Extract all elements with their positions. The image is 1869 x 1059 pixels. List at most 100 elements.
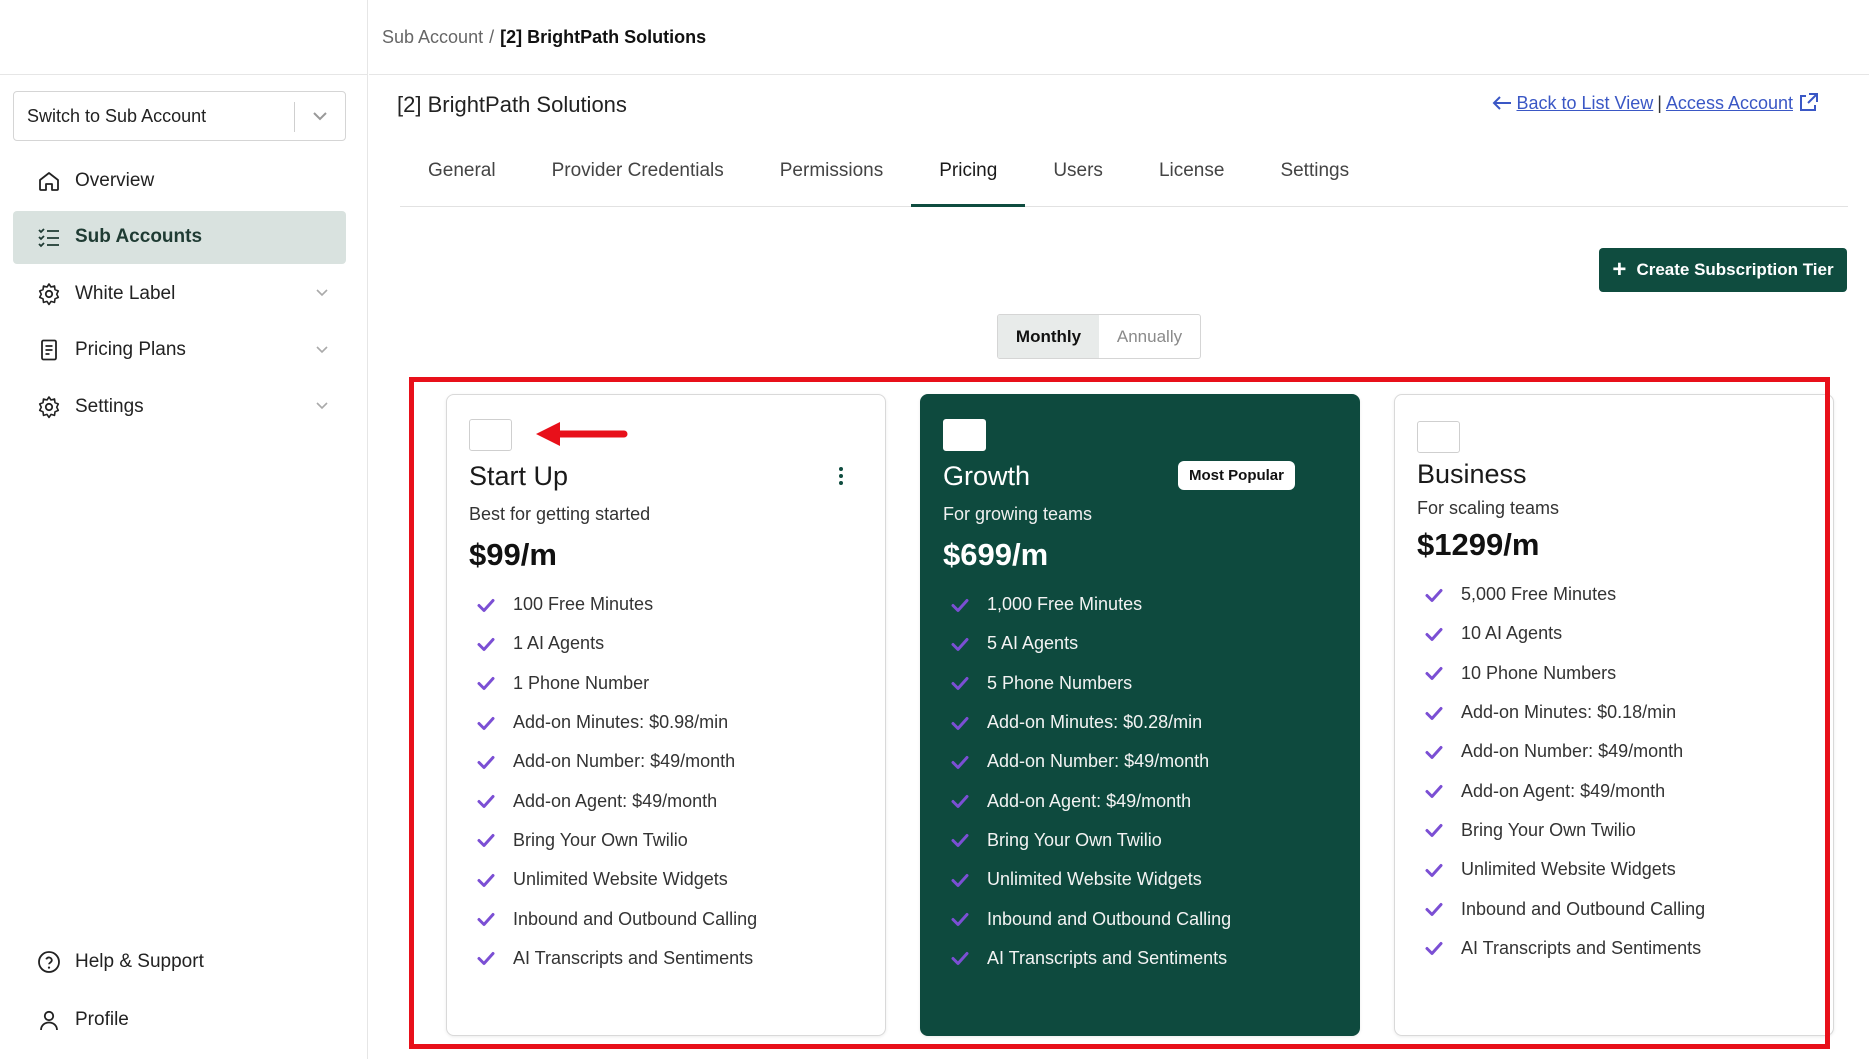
sidebar-item-settings[interactable]: Settings: [13, 380, 346, 433]
sidebar-item-overview[interactable]: Overview: [13, 154, 346, 207]
plan-feature-item: AI Transcripts and Sentiments: [1417, 929, 1811, 968]
plan-feature-label: Unlimited Website Widgets: [987, 869, 1202, 890]
gear-badge-icon: [37, 282, 61, 306]
check-icon: [949, 908, 971, 930]
more-options-icon[interactable]: [837, 465, 845, 487]
sidebar-item-pricing-plans[interactable]: Pricing Plans: [13, 324, 346, 377]
plan-feature-label: 5 Phone Numbers: [987, 672, 1133, 693]
create-subscription-tier-button[interactable]: + Create Subscription Tier: [1599, 248, 1847, 292]
check-icon: [949, 869, 971, 891]
plan-feature-item: Unlimited Website Widgets: [469, 860, 863, 899]
plan-feature-item: 10 AI Agents: [1417, 614, 1811, 653]
breadcrumb: Sub Account / [2] BrightPath Solutions: [369, 0, 1869, 75]
plan-feature-item: Add-on Agent: $49/month: [1417, 771, 1811, 810]
check-icon: [949, 947, 971, 969]
tab-bar: General Provider Credentials Permissions…: [400, 148, 1848, 207]
check-icon: [1423, 780, 1445, 802]
tab-settings[interactable]: Settings: [1252, 148, 1377, 206]
check-icon: [1423, 819, 1445, 841]
chevron-down-icon[interactable]: [314, 341, 330, 357]
tab-provider-credentials[interactable]: Provider Credentials: [524, 148, 752, 206]
tab-license[interactable]: License: [1131, 148, 1253, 206]
sidebar-item-label: Sub Accounts: [75, 226, 203, 247]
external-link-icon[interactable]: [1797, 92, 1819, 114]
plan-feature-label: Inbound and Outbound Calling: [513, 908, 758, 929]
check-icon: [475, 751, 497, 773]
plan-feature-item: 5 AI Agents: [943, 624, 1337, 663]
plan-feature-label: Add-on Minutes: $0.98/min: [513, 712, 729, 733]
check-icon: [949, 633, 971, 655]
sidebar-item-profile[interactable]: Profile: [13, 993, 346, 1048]
plan-feature-label: Add-on Agent: $49/month: [513, 790, 718, 811]
plan-feature-label: 100 Free Minutes: [513, 594, 654, 615]
plan-feature-label: AI Transcripts and Sentiments: [513, 947, 754, 968]
check-icon: [1423, 741, 1445, 763]
plan-feature-item: Add-on Minutes: $0.18/min: [1417, 693, 1811, 732]
plan-card-start-up[interactable]: Start Up Best for getting started $99/m …: [446, 394, 886, 1036]
check-icon: [475, 947, 497, 969]
sidebar-item-label: Profile: [75, 1009, 129, 1030]
plan-image-placeholder[interactable]: [1417, 421, 1460, 453]
plan-card-growth[interactable]: Most Popular Growth For growing teams $6…: [920, 394, 1360, 1036]
breadcrumb-parent[interactable]: Sub Account: [382, 27, 483, 48]
plan-feature-item: 1 AI Agents: [469, 624, 863, 663]
tab-general[interactable]: General: [400, 148, 524, 206]
tab-users[interactable]: Users: [1025, 148, 1131, 206]
gear-icon: [37, 395, 61, 419]
sidebar-bottom-nav: Help & Support Profile: [13, 934, 346, 1051]
tab-permissions[interactable]: Permissions: [752, 148, 911, 206]
sidebar-item-sub-accounts[interactable]: Sub Accounts: [13, 210, 346, 264]
plan-feature-item: 1,000 Free Minutes: [943, 585, 1337, 624]
plan-card-business[interactable]: Business For scaling teams $1299/m 5,000…: [1394, 394, 1834, 1036]
billing-option-monthly[interactable]: Monthly: [998, 315, 1099, 358]
plan-tagline: For scaling teams: [1417, 498, 1560, 518]
plan-price: $699/m: [943, 537, 1049, 572]
chevron-down-icon[interactable]: [314, 397, 330, 413]
user-icon: [37, 1008, 61, 1032]
select-separator: [294, 102, 295, 132]
plan-feature-label: 10 Phone Numbers: [1461, 662, 1617, 683]
chevron-down-icon[interactable]: [310, 106, 330, 126]
check-icon: [949, 751, 971, 773]
sidebar-item-label: Overview: [75, 169, 155, 191]
plan-feature-item: Add-on Number: $49/month: [1417, 732, 1811, 771]
check-icon: [1423, 623, 1445, 645]
plan-feature-label: Inbound and Outbound Calling: [987, 908, 1232, 929]
plan-feature-list: 1,000 Free Minutes 5 AI Agents 5 Phone Num…: [943, 585, 1337, 978]
receipt-icon: [37, 338, 61, 362]
sidebar-item-label: Help & Support: [75, 950, 204, 972]
plan-feature-label: Add-on Agent: $49/month: [1461, 780, 1666, 801]
sidebar-item-label: Settings: [75, 395, 144, 417]
tab-pricing[interactable]: Pricing: [911, 148, 1026, 207]
check-icon: [949, 594, 971, 616]
plan-feature-item: Add-on Agent: $49/month: [469, 781, 863, 820]
check-icon: [475, 672, 497, 694]
sidebar-item-white-label[interactable]: White Label: [13, 267, 346, 320]
plan-feature-item: Add-on Minutes: $0.98/min: [469, 703, 863, 742]
sidebar-item-help-support[interactable]: Help & Support: [13, 934, 346, 989]
access-account-link[interactable]: Access Account: [1666, 93, 1793, 114]
most-popular-badge: Most Popular: [1177, 461, 1295, 490]
plan-feature-label: 10 AI Agents: [1461, 623, 1563, 644]
chevron-down-icon[interactable]: [314, 284, 330, 300]
plan-feature-label: Inbound and Outbound Calling: [1461, 898, 1706, 919]
plan-image-placeholder[interactable]: [943, 419, 986, 451]
help-circle-icon: [37, 950, 61, 974]
sidebar: Switch to Sub Account Overview Sub Accou…: [0, 0, 368, 1059]
plan-feature-item: Bring Your Own Twilio: [943, 821, 1337, 860]
plan-feature-list: 5,000 Free Minutes 10 AI Agents 10 Phone N…: [1417, 575, 1811, 968]
billing-option-annually[interactable]: Annually: [1099, 315, 1200, 358]
sidebar-logo-area: [0, 0, 368, 75]
back-to-list-link[interactable]: Back to List View: [1517, 93, 1654, 114]
plan-tagline: For growing teams: [943, 504, 1093, 524]
switch-sub-account-select[interactable]: Switch to Sub Account: [13, 91, 346, 141]
plan-feature-item: Add-on Minutes: $0.28/min: [943, 703, 1337, 742]
plan-feature-item: AI Transcripts and Sentiments: [943, 939, 1337, 978]
plan-feature-item: Add-on Number: $49/month: [943, 742, 1337, 781]
plan-image-placeholder[interactable]: [469, 419, 512, 451]
plan-feature-item: Inbound and Outbound Calling: [1417, 889, 1811, 928]
plan-feature-item: Add-on Agent: $49/month: [943, 781, 1337, 820]
switch-sub-account-placeholder: Switch to Sub Account: [27, 105, 207, 126]
plan-feature-item: 100 Free Minutes: [469, 585, 863, 624]
plan-feature-label: Add-on Agent: $49/month: [987, 790, 1192, 811]
